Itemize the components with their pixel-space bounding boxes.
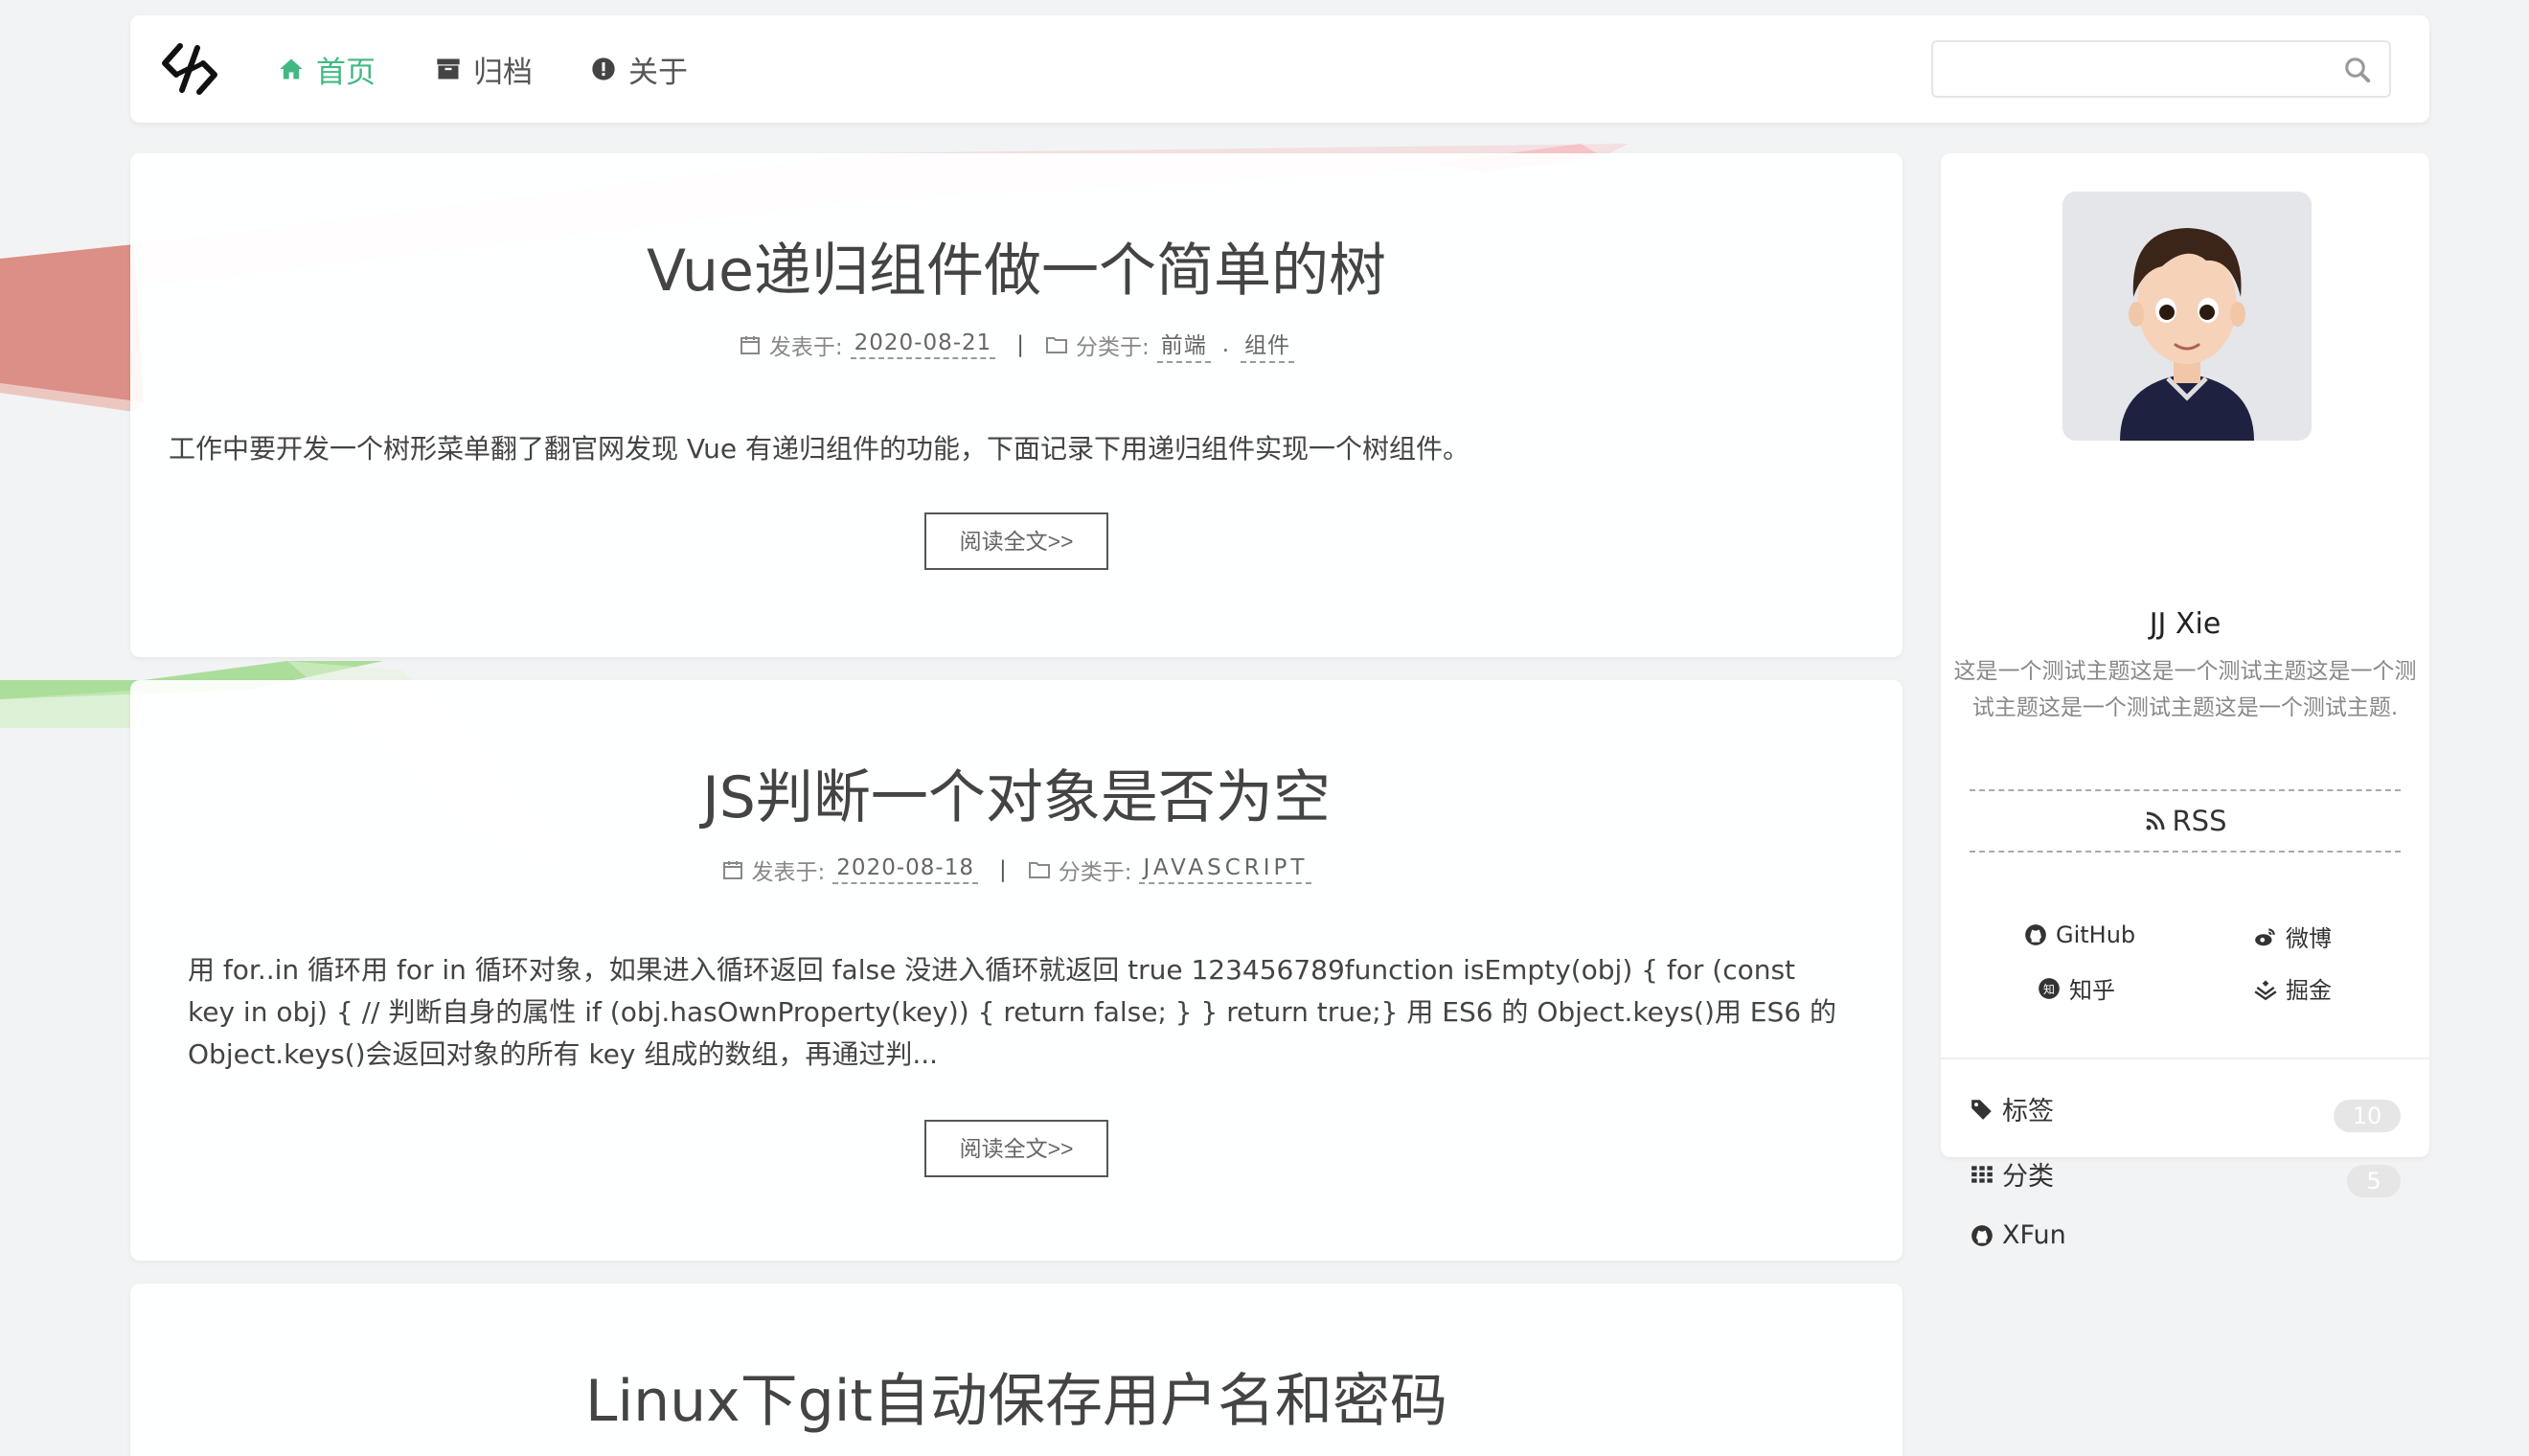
meta-separator: | (998, 857, 1007, 882)
folder-icon (1046, 337, 1068, 353)
rss-label: RSS (2172, 805, 2227, 837)
date-label: 发表于: (768, 335, 843, 360)
github-icon (2025, 924, 2046, 945)
juejin-icon (2254, 979, 2277, 1000)
nav-item-label: 关于 (628, 55, 688, 90)
post-card: Vue递归组件做一个简单的树 发表于: 2020-08-21 | 分类于: 前端… (130, 153, 1902, 657)
social-label: 掘金 (2286, 977, 2332, 1004)
info-icon (592, 57, 615, 80)
category-separator: . (1221, 332, 1230, 357)
read-more-button[interactable]: 阅读全文>> (924, 512, 1108, 570)
category-link[interactable]: JAVASCRIPT (1139, 855, 1312, 884)
post-title[interactable]: Linux下git自动保存用户名和密码 (130, 1354, 1902, 1438)
category-count-badge: 5 (2347, 1165, 2401, 1197)
post-excerpt: 用 for..in 循环用 for in 循环对象，如果进入循环返回 false… (188, 954, 1836, 1070)
post-title[interactable]: Vue递归组件做一个简单的树 (130, 224, 1902, 307)
folder-icon (1028, 862, 1050, 878)
category-label: 分类于: (1058, 860, 1132, 885)
tag-count-badge: 10 (2334, 1100, 2401, 1132)
grid-icon (1971, 1165, 1993, 1183)
site-logo[interactable] (159, 38, 220, 100)
zhihu-icon: 知 (2039, 977, 2060, 999)
social-link-github[interactable]: GitHub (2023, 921, 2135, 948)
nav-item-about[interactable]: 关于 (590, 15, 688, 123)
top-navbar: 首页 归档 关于 (130, 15, 2429, 123)
sidebar-item-tags[interactable]: 标签 (1970, 1090, 2054, 1127)
post-date[interactable]: 2020-08-18 (832, 855, 978, 884)
social-label: 微博 (2286, 925, 2332, 952)
meta-separator: | (1016, 332, 1025, 357)
nav-item-label: 归档 (473, 55, 533, 90)
calendar-icon (722, 861, 742, 879)
post-excerpt: 工作中要开发一个树形菜单翻了翻官网发现 Vue 有递归组件的功能，下面记录下用递… (169, 433, 1470, 465)
home-icon (280, 58, 303, 80)
archive-icon (437, 58, 460, 80)
sidebar-divider (1941, 1058, 2429, 1059)
nav-item-archive[interactable]: 归档 (435, 15, 533, 123)
date-label: 发表于: (751, 860, 826, 885)
rss-link[interactable]: RSS (1970, 789, 2401, 853)
post-date[interactable]: 2020-08-21 (850, 330, 996, 359)
post-title[interactable]: JS判断一个对象是否为空 (130, 751, 1902, 834)
social-label: GitHub (2056, 921, 2136, 948)
weibo-icon (2255, 927, 2275, 945)
post-meta: 发表于: 2020-08-18 | 分类于: JAVASCRIPT (130, 853, 1902, 886)
social-link-juejin[interactable]: 掘金 (2253, 971, 2332, 1005)
social-label: 知乎 (2069, 977, 2115, 1004)
sidebar-item-xfun[interactable]: XFun (1970, 1220, 2066, 1250)
sidebar-item-categories[interactable]: 分类 (1970, 1155, 2054, 1193)
category-link[interactable]: 组件 (1241, 327, 1295, 363)
github-icon (1971, 1224, 1993, 1246)
sidebar-item-label: 标签 (2002, 1097, 2054, 1126)
sidebar-item-label: 分类 (2002, 1162, 2054, 1192)
sidebar-item-label: XFun (2002, 1220, 2066, 1250)
social-link-weibo[interactable]: 微博 (2253, 920, 2332, 953)
social-link-zhihu[interactable]: 知 知乎 (2037, 971, 2115, 1005)
rss-icon (2146, 811, 2165, 830)
avatar-illustration (2062, 192, 2312, 441)
tag-icon (1971, 1099, 1992, 1120)
category-label: 分类于: (1076, 335, 1150, 360)
calendar-icon (740, 336, 760, 354)
post-meta: 发表于: 2020-08-21 | 分类于: 前端 . 组件 (130, 327, 1902, 363)
post-card: JS判断一个对象是否为空 发表于: 2020-08-18 | 分类于: JAVA… (130, 680, 1902, 1261)
svg-text:知: 知 (2043, 982, 2055, 995)
sidebar: JJ Xie 这是一个测试主题这是一个测试主题这是一个测试主题这是一个测试主题这… (1941, 153, 2429, 1250)
author-name: JJ Xie (2149, 607, 2221, 641)
avatar (2062, 192, 2312, 441)
search-input[interactable] (1933, 42, 2335, 96)
search-box (1931, 40, 2391, 98)
nav-item-home[interactable]: 首页 (278, 15, 376, 123)
post-card: Linux下git自动保存用户名和密码 (130, 1284, 1902, 1456)
category-link[interactable]: 前端 (1156, 327, 1211, 363)
author-bio: 这是一个测试主题这是一个测试主题这是一个测试主题这是一个测试主题这是一个测试主题… (1953, 659, 2417, 720)
read-more-button[interactable]: 阅读全文>> (924, 1120, 1108, 1177)
nav-item-label: 首页 (316, 55, 376, 90)
search-icon[interactable] (2343, 56, 2372, 84)
